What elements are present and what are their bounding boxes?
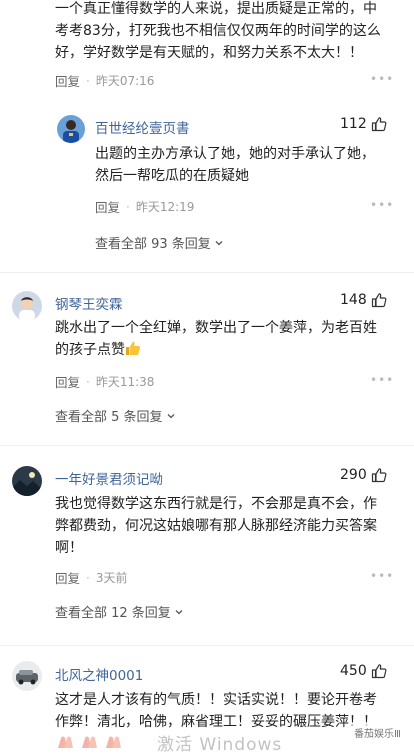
comment-meta: 回复 · 昨天11:38	[55, 372, 154, 391]
comment-text: 这才是人才该有的气质！！实话实说！！要论开卷考作弊！清北，哈佛，麻省理工！妥妥的…	[55, 692, 377, 730]
like-count: 148	[340, 292, 367, 308]
comment-top: 一个真正懂得数学的人来说，提出质疑是正常的，中考考83分，打死我也不相信仅仅两年…	[0, 0, 414, 100]
thumbs-up-icon	[371, 293, 387, 308]
thumbs-up-icon	[371, 468, 387, 483]
comment-text: 我也觉得数学这东西行就是行，不会那是真不会，作弊都费劲，何况这姑娘哪有那人脉那经…	[55, 496, 377, 556]
chevron-down-icon	[167, 413, 175, 418]
more-dots-icon[interactable]: •••	[370, 198, 394, 212]
avatar[interactable]	[12, 291, 42, 321]
more-dots-icon[interactable]: •••	[370, 72, 394, 86]
reply-button[interactable]: 回复	[55, 568, 80, 587]
comment-time: 昨天07:16	[95, 74, 155, 88]
like-button[interactable]: 148	[340, 292, 387, 308]
thumbs-up-emoji	[125, 340, 141, 363]
windows-activation-watermark: 激活 Windows	[157, 735, 283, 755]
clapping-hands-emoji	[55, 734, 125, 748]
view-all-label: 查看全部 5 条回复	[55, 410, 163, 425]
like-count: 450	[340, 663, 367, 679]
like-button[interactable]: 112	[340, 116, 387, 132]
comment-time: 3天前	[95, 571, 128, 585]
like-count: 112	[340, 116, 367, 132]
like-button[interactable]: 290	[340, 467, 387, 483]
chevron-down-icon	[215, 240, 223, 245]
divider	[0, 445, 414, 446]
reply-time: 昨天12:19	[135, 200, 195, 214]
reply-button[interactable]: 回复	[95, 197, 120, 216]
channel-watermark: 番茄娱乐Ⅲ	[352, 724, 403, 741]
view-all-replies[interactable]: 查看全部 93 条回复	[95, 233, 225, 252]
view-all-replies[interactable]: 查看全部 5 条回复	[55, 406, 177, 425]
view-all-label: 查看全部 12 条回复	[55, 606, 171, 621]
more-dots-icon[interactable]: •••	[370, 569, 394, 583]
view-all-label: 查看全部 93 条回复	[95, 237, 211, 252]
comment-text-content: 跳水出了一个全红婵，数学出了一个姜萍，为老百姓的孩子点赞	[55, 320, 377, 358]
nested-reply: 百世经纶壹页書 112 出题的主办方承认了她，她的对手承认了她，然后一帮吃瓜的在…	[0, 105, 414, 255]
comment-meta: 回复 · 3天前	[55, 568, 127, 587]
comment-time: 昨天11:38	[95, 375, 155, 389]
comment-text: 跳水出了一个全红婵，数学出了一个姜萍，为老百姓的孩子点赞	[55, 317, 385, 363]
reply-meta: 回复 · 昨天12:19	[95, 197, 194, 216]
comment-item: 钢琴王奕霖 148 跳水出了一个全红婵，数学出了一个姜萍，为老百姓的孩子点赞 回…	[0, 285, 414, 435]
like-button[interactable]: 450	[340, 663, 387, 679]
comment-item: 一年好景君须记呦 290 我也觉得数学这东西行就是行，不会那是真不会，作弊都费劲…	[0, 460, 414, 635]
thumbs-up-icon	[371, 117, 387, 132]
reply-button[interactable]: 回复	[55, 71, 80, 90]
username[interactable]: 一年好景君须记呦	[55, 468, 163, 488]
like-count: 290	[340, 467, 367, 483]
avatar[interactable]	[12, 661, 42, 691]
reply-button[interactable]: 回复	[55, 372, 80, 391]
username[interactable]: 百世经纶壹页書	[95, 117, 190, 137]
username[interactable]: 钢琴王奕霖	[55, 293, 123, 313]
avatar[interactable]	[12, 466, 42, 496]
reply-text: 出题的主办方承认了她，她的对手承认了她，然后一帮吃瓜的在质疑她	[95, 146, 375, 184]
comment-meta: 回复 · 昨天07:16	[55, 71, 154, 90]
divider	[0, 645, 414, 646]
chevron-down-icon	[175, 609, 183, 614]
comment-text: 一个真正懂得数学的人来说，提出质疑是正常的，中考考83分，打死我也不相信仅仅两年…	[55, 1, 381, 61]
username[interactable]: 北风之神0001	[55, 664, 143, 684]
thumbs-up-icon	[371, 664, 387, 679]
more-dots-icon[interactable]: •••	[370, 373, 394, 387]
divider	[0, 272, 414, 273]
avatar[interactable]	[57, 115, 85, 143]
view-all-replies[interactable]: 查看全部 12 条回复	[55, 602, 185, 621]
